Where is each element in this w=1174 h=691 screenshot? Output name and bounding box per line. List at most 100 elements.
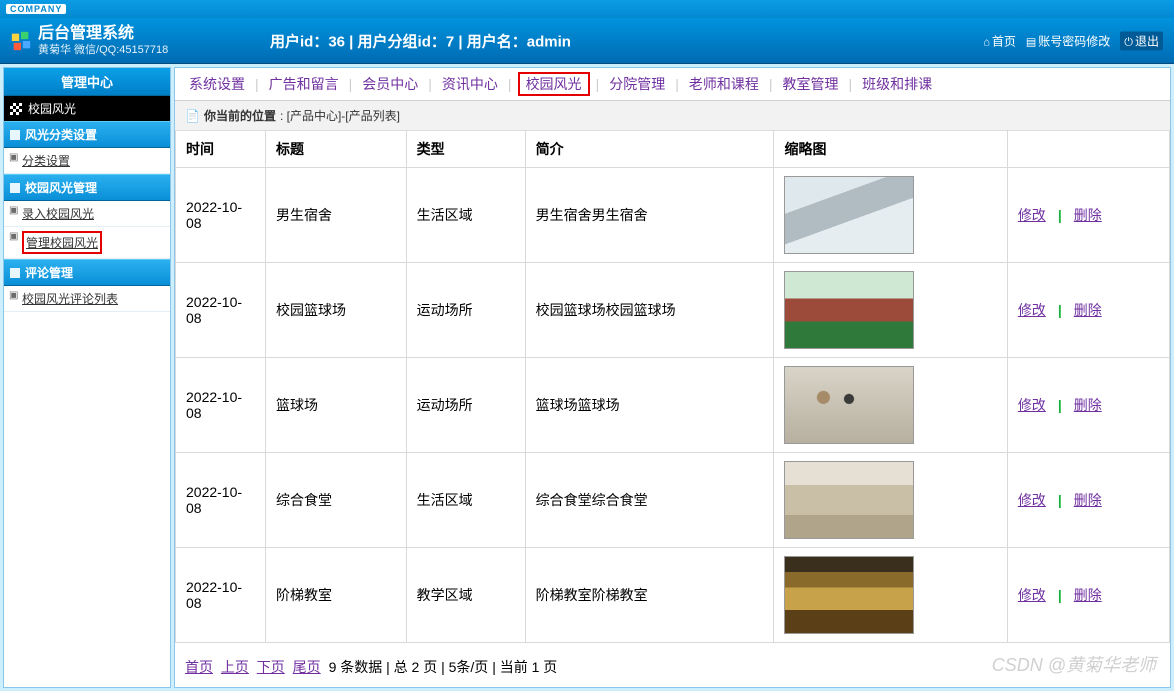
- thumbnail-image[interactable]: [784, 271, 914, 349]
- thumbnail-image[interactable]: [784, 461, 914, 539]
- nav-tab[interactable]: 系统设置: [185, 76, 249, 92]
- delete-link[interactable]: 删除: [1074, 397, 1102, 413]
- breadcrumb-prefix: 你当前的位置: [204, 107, 276, 124]
- sidebar-link[interactable]: 录入校园风光: [22, 207, 94, 221]
- table-row: 2022-10-08男生宿舍生活区域男生宿舍男生宿舍 修改|删除: [176, 168, 1170, 263]
- sidebar-item[interactable]: 校园风光评论列表: [4, 286, 170, 312]
- cell-ops: 修改|删除: [1007, 548, 1169, 643]
- sidebar-item[interactable]: 分类设置: [4, 148, 170, 174]
- edit-link[interactable]: 修改: [1018, 587, 1046, 603]
- cell-intro: 篮球场篮球场: [525, 358, 774, 453]
- cell-title: 篮球场: [266, 358, 407, 453]
- col-header: 缩略图: [774, 131, 1007, 168]
- pager-info: 9 条数据 | 总 2 页 | 5条/页 | 当前 1 页: [329, 659, 558, 675]
- cell-title: 男生宿舍: [266, 168, 407, 263]
- pager-next[interactable]: 下页: [257, 659, 285, 675]
- change-password-link[interactable]: ▤账号密码修改: [1026, 32, 1110, 49]
- thumbnail-image[interactable]: [784, 366, 914, 444]
- delete-link[interactable]: 删除: [1074, 587, 1102, 603]
- edit-link[interactable]: 修改: [1018, 302, 1046, 318]
- delete-link[interactable]: 删除: [1074, 207, 1102, 223]
- cell-intro: 阶梯教室阶梯教室: [525, 548, 774, 643]
- nav-tab[interactable]: 班级和排课: [858, 76, 936, 92]
- data-table: 时间标题类型简介缩略图 2022-10-08男生宿舍生活区域男生宿舍男生宿舍修改…: [175, 131, 1170, 643]
- sidebar-header: 管理中心: [4, 68, 170, 96]
- cell-title: 阶梯教室: [266, 548, 407, 643]
- nav-tab[interactable]: 校园风光: [518, 72, 590, 96]
- grid-icon: [10, 103, 22, 115]
- cell-ops: 修改|删除: [1007, 168, 1169, 263]
- cell-time: 2022-10-08: [176, 263, 266, 358]
- sidebar-link[interactable]: 管理校园风光: [26, 236, 98, 250]
- cell-time: 2022-10-08: [176, 548, 266, 643]
- pager-first[interactable]: 首页: [185, 659, 213, 675]
- thumbnail-image[interactable]: [784, 556, 914, 634]
- home-link[interactable]: ⌂首页: [983, 32, 1016, 49]
- nav-tab[interactable]: 分院管理: [605, 76, 669, 92]
- delete-link[interactable]: 删除: [1074, 492, 1102, 508]
- sidebar-section[interactable]: 校园风光管理: [4, 174, 170, 201]
- col-header: 时间: [176, 131, 266, 168]
- user-info: 用户id：36 | 用户分组id：7 | 用户名：admin: [270, 30, 571, 51]
- cell-time: 2022-10-08: [176, 168, 266, 263]
- pager-prev[interactable]: 上页: [221, 659, 249, 675]
- pager: 首页 上页 下页 尾页 9 条数据 | 总 2 页 | 5条/页 | 当前 1 …: [175, 643, 1170, 687]
- table-header-row: 时间标题类型简介缩略图: [176, 131, 1170, 168]
- col-header: [1007, 131, 1169, 168]
- brand-label: COMPANY: [6, 4, 66, 14]
- sidebar-item[interactable]: 管理校园风光: [4, 227, 170, 259]
- cell-ops: 修改|删除: [1007, 453, 1169, 548]
- sidebar-item[interactable]: 录入校园风光: [4, 201, 170, 227]
- cell-thumb: [774, 548, 1007, 643]
- cell-type: 运动场所: [406, 263, 525, 358]
- header-actions: ⌂首页 ▤账号密码修改 ⏻退出: [980, 31, 1166, 50]
- nav-tab[interactable]: 会员中心: [358, 76, 422, 92]
- main-panel: 系统设置|广告和留言|会员中心|资讯中心|校园风光|分院管理|老师和课程|教室管…: [174, 67, 1171, 688]
- cell-intro: 男生宿舍男生宿舍: [525, 168, 774, 263]
- cell-type: 生活区域: [406, 453, 525, 548]
- delete-link[interactable]: 删除: [1074, 302, 1102, 318]
- table-wrap: 时间标题类型简介缩略图 2022-10-08男生宿舍生活区域男生宿舍男生宿舍修改…: [175, 131, 1170, 687]
- sidebar-section[interactable]: 评论管理: [4, 259, 170, 286]
- header-title-wrap: 后台管理系统 黄菊华 微信/QQ:45157718: [38, 24, 168, 56]
- logo-icon: [10, 30, 32, 52]
- nav-tab[interactable]: 教室管理: [778, 76, 842, 92]
- logout-button[interactable]: ⏻退出: [1120, 31, 1163, 50]
- square-icon: [10, 183, 20, 193]
- table-body: 2022-10-08男生宿舍生活区域男生宿舍男生宿舍修改|删除2022-10-0…: [176, 168, 1170, 643]
- sidebar-current: 校园风光: [4, 96, 170, 121]
- thumbnail-image[interactable]: [784, 176, 914, 254]
- cell-time: 2022-10-08: [176, 358, 266, 453]
- edit-link[interactable]: 修改: [1018, 492, 1046, 508]
- col-header: 类型: [406, 131, 525, 168]
- nav-tab[interactable]: 广告和留言: [265, 76, 343, 92]
- edit-link[interactable]: 修改: [1018, 207, 1046, 223]
- pager-last[interactable]: 尾页: [293, 659, 321, 675]
- power-icon: ⏻: [1124, 36, 1133, 48]
- doc-icon: 📄: [185, 109, 200, 123]
- cell-intro: 校园篮球场校园篮球场: [525, 263, 774, 358]
- sidebar-section[interactable]: 风光分类设置: [4, 121, 170, 148]
- table-row: 2022-10-08阶梯教室教学区域阶梯教室阶梯教室修改|删除: [176, 548, 1170, 643]
- breadcrumb-path: : [产品中心]-[产品列表]: [280, 107, 400, 124]
- square-icon: [10, 130, 20, 140]
- nav-tab[interactable]: 资讯中心: [438, 76, 502, 92]
- nav-tab[interactable]: 老师和课程: [685, 76, 763, 92]
- table-row: 2022-10-08校园篮球场运动场所校园篮球场校园篮球场修改|删除: [176, 263, 1170, 358]
- square-icon: [10, 268, 20, 278]
- cell-thumb: [774, 453, 1007, 548]
- cell-thumb: [774, 168, 1007, 263]
- app-subtitle: 黄菊华 微信/QQ:45157718: [38, 44, 168, 57]
- table-row: 2022-10-08综合食堂生活区域综合食堂综合食堂修改|删除: [176, 453, 1170, 548]
- cell-ops: 修改|删除: [1007, 358, 1169, 453]
- sidebar-link[interactable]: 分类设置: [22, 154, 70, 168]
- cell-thumb: [774, 263, 1007, 358]
- edit-link[interactable]: 修改: [1018, 397, 1046, 413]
- breadcrumb: 📄 你当前的位置 : [产品中心]-[产品列表]: [175, 101, 1170, 131]
- sidebar-link[interactable]: 校园风光评论列表: [22, 292, 118, 306]
- table-row: 2022-10-08篮球场运动场所篮球场篮球场修改|删除: [176, 358, 1170, 453]
- brand-bar: COMPANY: [0, 0, 1174, 18]
- cell-type: 生活区域: [406, 168, 525, 263]
- sidebar: 管理中心 校园风光 风光分类设置分类设置校园风光管理录入校园风光管理校园风光评论…: [3, 67, 171, 688]
- cell-intro: 综合食堂综合食堂: [525, 453, 774, 548]
